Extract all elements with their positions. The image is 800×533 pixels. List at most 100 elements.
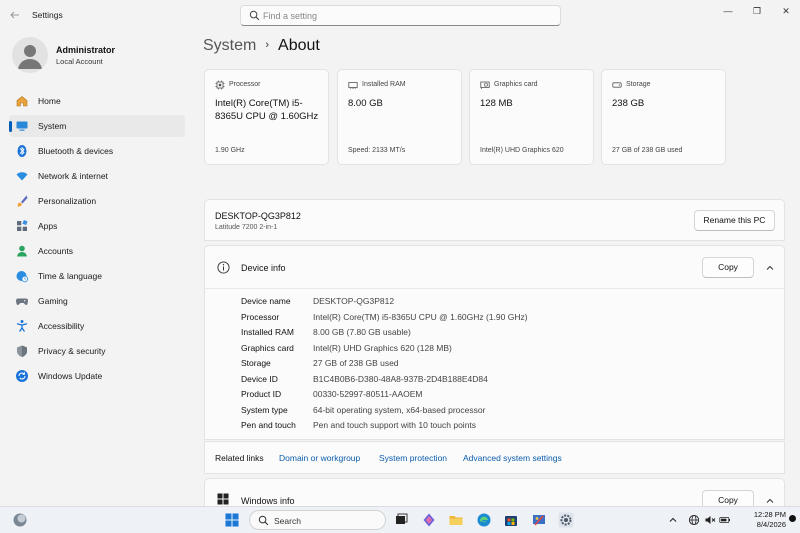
minimize-button[interactable]: — [717,4,739,18]
gamepad-icon [15,298,29,305]
card-value: Intel(R) Core(TM) i5-8365U CPU @ 1.60GHz [215,98,319,122]
sidebar-item-label: Accounts [38,246,73,256]
shield-icon [17,345,27,357]
sidebar-nav: Home System Bluetooth & devices Network … [9,90,185,390]
graphics-card-card: Graphics card 128 MB Intel(R) UHD Graphi… [469,69,594,165]
spec-key: Processor [241,311,280,322]
start-icon[interactable] [224,512,240,528]
spec-value: Pen and touch support with 10 touch poin… [313,420,477,430]
title-bar: Settings — ❐ ✕ [0,0,800,30]
ram-card: Installed RAM 8.00 GB Speed: 2133 MT/s [337,69,462,165]
sidebar-item-time-language[interactable]: Time & language [9,265,185,287]
system-protection-link[interactable]: System protection [379,453,447,463]
taskbar-search[interactable]: Search [249,510,386,530]
processor-card: Processor Intel(R) Core(TM) i5-8365U CPU… [204,69,329,165]
control-panel-icon[interactable] [531,512,547,528]
sidebar-item-label: Bluetooth & devices [38,146,114,156]
spec-row: Device ID B1C4B0B6-D380-48A8-937B-2D4B188… [241,374,741,388]
home-icon [16,96,28,107]
taskbar: Search 12:28 PM 8/4/2026 [0,506,800,533]
chevron-up-icon[interactable] [765,496,775,506]
spec-row: Pen and touch Pen and touch support with … [241,420,741,434]
spec-value: 27 GB of 238 GB used [313,358,399,368]
device-info-title: Device info [241,263,286,273]
breadcrumb-separator: › [265,39,270,51]
sidebar-item-network[interactable]: Network & internet [9,165,185,187]
app-title: Settings [32,10,63,20]
domain-workgroup-link[interactable]: Domain or workgroup [279,453,360,463]
copilot-icon[interactable] [421,512,437,528]
volume-muted-icon[interactable] [704,514,716,526]
related-links-row: Related links Domain or workgroup System… [204,441,785,474]
card-sub: Speed: 2133 MT/s [348,147,406,154]
processor-icon [215,80,225,90]
spec-key: Product ID [241,389,282,399]
sidebar-item-personalization[interactable]: Personalization [9,190,185,212]
weather-icon[interactable] [12,512,28,528]
device-info-header[interactable]: Device info Copy [205,246,784,289]
card-value: 128 MB [480,98,513,109]
card-value: 238 GB [612,98,645,109]
sidebar-item-apps[interactable]: Apps [9,215,185,237]
sidebar-item-home[interactable]: Home [9,90,185,112]
settings-app-icon[interactable] [558,512,574,528]
maximize-button[interactable]: ❐ [746,4,768,18]
sidebar-item-windows-update[interactable]: Windows Update [9,365,185,387]
chevron-up-icon[interactable] [667,514,679,526]
back-button[interactable] [9,9,23,21]
breadcrumb-system[interactable]: System [203,37,256,54]
spec-key: Device name [241,296,291,306]
pc-name: DESKTOP-QG3P812 [215,211,301,221]
spec-value: 64-bit operating system, x64-based proce… [313,404,486,415]
sidebar-item-privacy-security[interactable]: Privacy & security [9,340,185,362]
sidebar-item-system[interactable]: System [9,115,185,137]
sidebar-item-accessibility[interactable]: Accessibility [9,315,185,337]
spec-key: Storage [241,358,271,368]
sidebar-item-label: Time & language [38,271,102,281]
pc-name-row: DESKTOP-QG3P812 Latitude 7200 2-in-1 Ren… [204,199,785,241]
search-icon [249,10,260,21]
store-icon[interactable] [503,512,519,528]
settings-search-box[interactable] [240,5,561,26]
close-button[interactable]: ✕ [775,4,797,18]
network-globe-icon[interactable] [688,514,700,526]
wifi-icon [16,172,28,181]
file-explorer-icon[interactable] [448,512,464,528]
clock-time: 12:28 PM [753,510,786,519]
card-label: Storage [626,81,651,88]
copy-device-info-button[interactable]: Copy [702,257,754,278]
sidebar-item-label: Personalization [38,196,97,206]
spec-row: Storage 27 GB of 238 GB used [241,358,741,372]
advanced-system-settings-link[interactable]: Advanced system settings [463,453,562,463]
sidebar-item-gaming[interactable]: Gaming [9,290,185,312]
sidebar-item-label: System [38,121,67,131]
sidebar-item-accounts[interactable]: Accounts [9,240,185,262]
spec-value: DESKTOP-QG3P812 [313,296,395,306]
spec-key: Installed RAM [241,327,294,337]
spec-row: Graphics card Intel(R) UHD Graphics 620 (… [241,343,741,357]
spec-value: B1C4B0B6-D380-48A8-937B-2D4B188E4D84 [313,373,488,384]
card-label: Graphics card [494,81,538,88]
rename-pc-button[interactable]: Rename this PC [694,210,775,231]
settings-search-input[interactable] [263,8,553,24]
taskbar-clock[interactable]: 12:28 PM 8/4/2026 [754,510,786,530]
user-profile[interactable]: Administrator Local Account [12,37,192,77]
storage-card: Storage 238 GB 27 GB of 238 GB used [601,69,726,165]
card-value: 8.00 GB [348,98,383,109]
sidebar-item-bluetooth[interactable]: Bluetooth & devices [9,140,185,162]
spec-value: 8.00 GB (7.80 GB usable) [313,327,411,337]
pc-model: Latitude 7200 2-in-1 [215,224,278,231]
chevron-up-icon[interactable] [765,263,775,273]
info-icon [217,261,230,274]
notification-dot[interactable] [789,515,796,522]
sidebar-item-label: Accessibility [38,321,85,331]
profile-name: Administrator [56,45,116,55]
task-view-icon[interactable] [393,512,409,528]
windows-info-section[interactable]: Windows info Copy [204,478,785,508]
spec-row: System type 64-bit operating system, x64-… [241,405,741,419]
windows-logo-icon [217,493,229,505]
profile-account-type: Local Account [56,57,103,66]
battery-icon[interactable] [719,514,731,526]
clock-date: 8/4/2026 [756,520,786,529]
edge-icon[interactable] [476,512,492,528]
